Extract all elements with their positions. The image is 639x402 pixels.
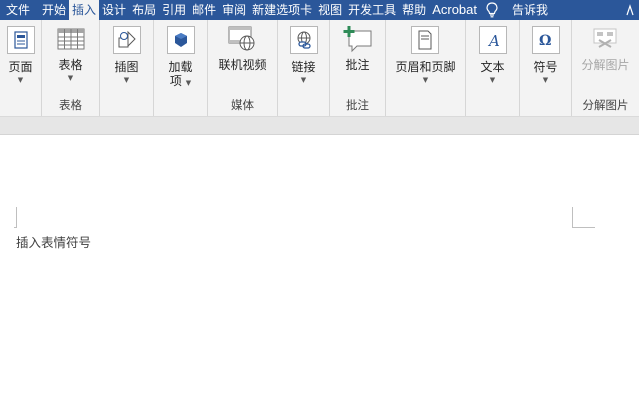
chevron-down-icon: ▼ xyxy=(542,76,549,84)
tab-mailings[interactable]: 邮件 xyxy=(189,0,219,20)
group-label-split-image: 分解图片 xyxy=(582,98,629,112)
table-icon xyxy=(56,24,86,54)
split-image-label: 分解图片 xyxy=(581,58,630,72)
online-video-label: 联机视频 xyxy=(218,58,267,72)
group-symbols: Ω 符号 ▼ xyxy=(520,20,572,116)
group-addins: 加载 项 ▼ xyxy=(154,20,208,116)
tab-insert[interactable]: 插入 xyxy=(69,0,100,20)
table-label: 表格 xyxy=(58,58,83,72)
tab-new-tab[interactable]: 新建选项卡 xyxy=(249,0,315,20)
group-pages: 页面 ▼ xyxy=(0,20,42,116)
header-footer-icon xyxy=(411,26,440,54)
group-label-tables: 表格 xyxy=(59,98,82,112)
shapes-icon xyxy=(112,26,141,54)
link-icon xyxy=(289,26,318,54)
group-label-media: 媒体 xyxy=(231,98,254,112)
split-image-button[interactable]: 分解图片 xyxy=(577,24,633,72)
illustrations-button[interactable]: 插图 ▼ xyxy=(108,24,146,84)
tab-acrobat[interactable]: Acrobat xyxy=(429,0,480,20)
tab-design[interactable]: 设计 xyxy=(99,0,129,20)
tab-layout[interactable]: 布局 xyxy=(129,0,159,20)
text-button[interactable]: A 文本 ▼ xyxy=(474,24,512,84)
svg-text:A: A xyxy=(487,32,500,49)
tab-view[interactable]: 视图 xyxy=(315,0,345,20)
chevron-down-icon: ▼ xyxy=(67,74,74,82)
margin-corner-left xyxy=(14,207,17,228)
comment-label: 批注 xyxy=(345,58,370,72)
link-button[interactable]: 链接 ▼ xyxy=(285,24,323,84)
tab-help[interactable]: 帮助 xyxy=(399,0,429,20)
ribbon-tab-bar: 文件 开始 插入 设计 布局 引用 邮件 审阅 新建选项卡 视图 开发工具 帮助… xyxy=(0,0,639,20)
tell-me-search[interactable]: 告诉我 xyxy=(504,0,551,20)
ribbon-insert: 页面 ▼ 表格 ▼ 表格 插图 ▼ 加载 项 ▼ 联机视频 媒体 链接 ▼ 批注… xyxy=(0,20,639,117)
chevron-down-icon: ▼ xyxy=(123,76,130,84)
chevron-down-icon: ▼ xyxy=(422,76,429,84)
tab-developer[interactable]: 开发工具 xyxy=(345,0,399,20)
tab-references[interactable]: 引用 xyxy=(159,0,189,20)
link-label: 链接 xyxy=(291,60,316,74)
split-image-icon xyxy=(590,24,620,54)
text-label: 文本 xyxy=(480,60,505,74)
group-illustrations: 插图 ▼ xyxy=(100,20,154,116)
pages-button[interactable]: 页面 ▼ xyxy=(2,24,40,84)
group-text: A 文本 ▼ xyxy=(466,20,520,116)
page-icon xyxy=(6,26,35,54)
illustrations-label: 插图 xyxy=(114,60,139,74)
group-split-image: 分解图片 分解图片 xyxy=(572,20,639,116)
addins-label-line2: 项 ▼ xyxy=(169,74,192,88)
omega-icon: Ω xyxy=(531,26,560,54)
addins-label: 加载 xyxy=(168,60,193,74)
comment-icon xyxy=(343,24,373,54)
chevron-down-icon: ▼ xyxy=(300,76,307,84)
chevron-down-icon: ▼ xyxy=(17,76,24,84)
store-icon xyxy=(166,26,195,54)
symbol-button[interactable]: Ω 符号 ▼ xyxy=(527,24,565,84)
svg-text:Ω: Ω xyxy=(539,33,551,49)
group-links: 链接 ▼ xyxy=(278,20,330,116)
tab-file[interactable]: 文件 xyxy=(0,0,39,20)
tab-home[interactable]: 开始 xyxy=(39,0,69,20)
lightbulb-icon[interactable] xyxy=(480,0,504,20)
text-icon: A xyxy=(478,26,507,54)
tab-review[interactable]: 审阅 xyxy=(219,0,249,20)
pages-label: 页面 xyxy=(8,60,33,74)
document-page[interactable]: 插入表情符号 xyxy=(0,135,639,402)
symbol-label: 符号 xyxy=(533,60,558,74)
group-label-comments: 批注 xyxy=(346,98,369,112)
group-media: 联机视频 媒体 xyxy=(208,20,278,116)
group-comments: 批注 批注 xyxy=(330,20,386,116)
comment-button[interactable]: 批注 xyxy=(339,24,377,72)
chevron-down-icon: ▼ xyxy=(489,76,496,84)
video-icon xyxy=(227,24,257,54)
header-footer-button[interactable]: 页眉和页脚 ▼ xyxy=(391,24,459,84)
ruler-strip xyxy=(0,117,639,135)
group-tables: 表格 ▼ 表格 xyxy=(42,20,100,116)
share-icon[interactable] xyxy=(621,0,639,20)
margin-corner-right xyxy=(572,207,595,228)
document-text[interactable]: 插入表情符号 xyxy=(16,232,91,251)
header-footer-label: 页眉和页脚 xyxy=(395,60,456,74)
group-header-footer: 页眉和页脚 ▼ xyxy=(386,20,466,116)
table-button[interactable]: 表格 ▼ xyxy=(52,24,90,82)
addins-button[interactable]: 加载 项 ▼ xyxy=(162,24,200,88)
online-video-button[interactable]: 联机视频 xyxy=(214,24,270,72)
